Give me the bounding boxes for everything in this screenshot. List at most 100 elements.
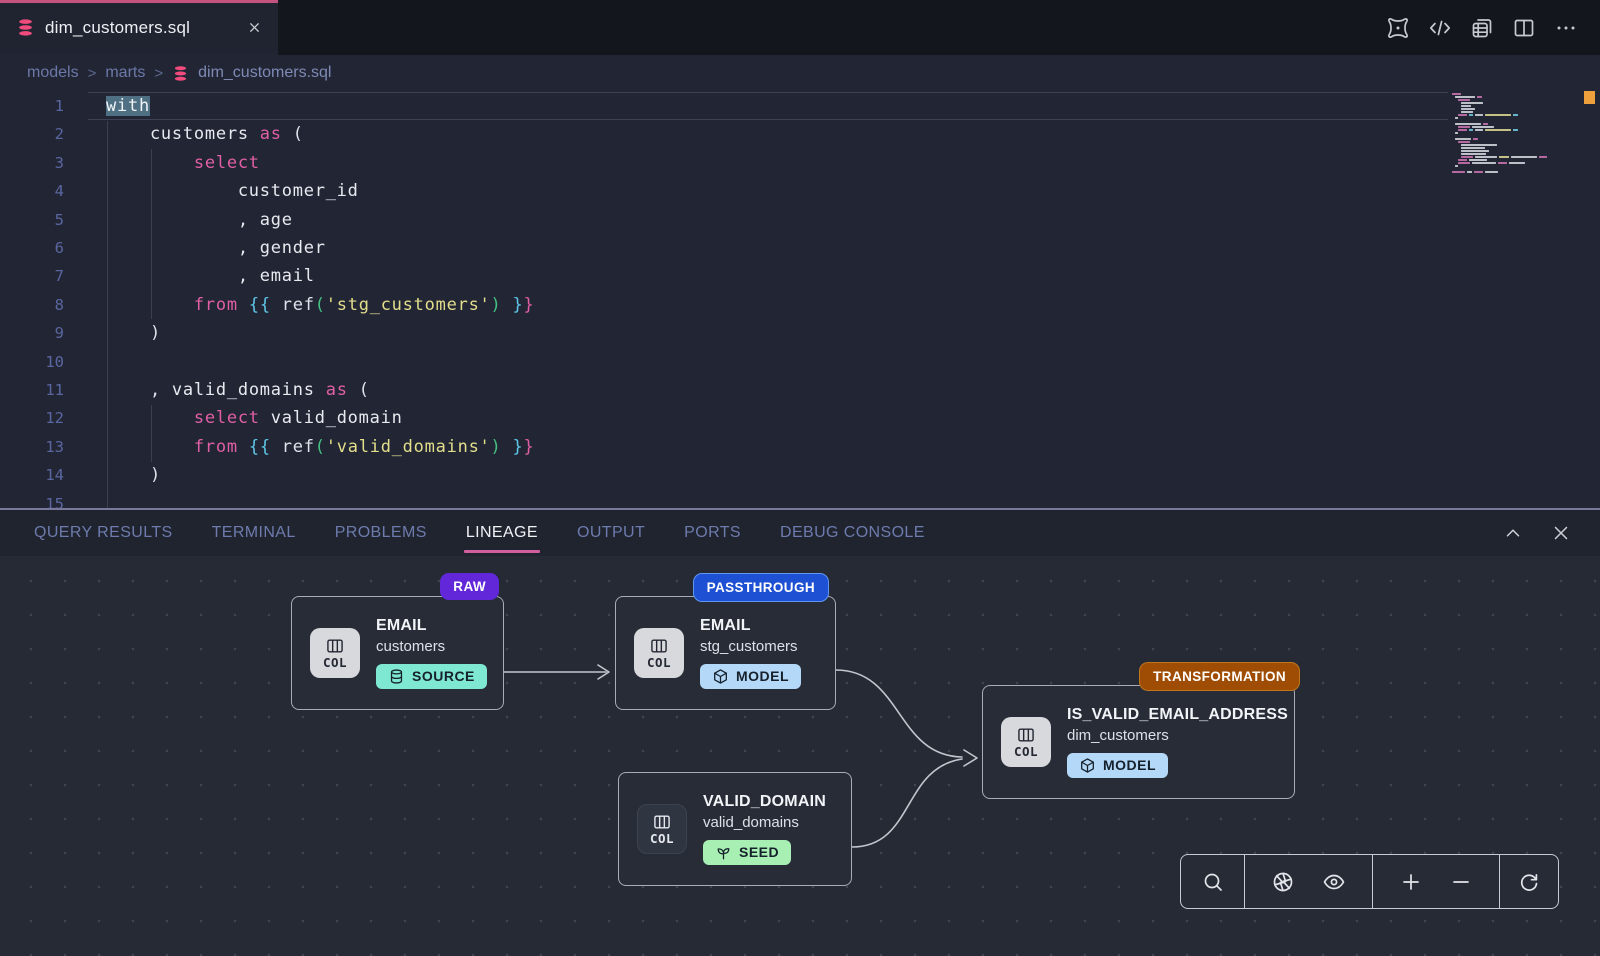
node-subtitle: valid_domains xyxy=(703,814,826,831)
code-line[interactable]: ) xyxy=(106,319,535,347)
sprout-icon xyxy=(715,844,732,861)
code-line[interactable]: with xyxy=(106,92,535,120)
minimap-row xyxy=(1461,105,1547,107)
code-line[interactable]: customer_id xyxy=(106,177,535,205)
close-icon[interactable] xyxy=(1550,522,1572,544)
code-line[interactable]: , email xyxy=(106,262,535,290)
toolbar-group xyxy=(1245,855,1373,908)
split-editor-icon[interactable] xyxy=(1512,16,1536,40)
tab-title: dim_customers.sql xyxy=(45,18,190,38)
cube-icon xyxy=(712,668,729,685)
pill-label: SOURCE xyxy=(412,668,475,684)
panel-tab-terminal[interactable]: TERMINAL xyxy=(212,510,296,556)
code-icon[interactable] xyxy=(1428,16,1452,40)
pill-label: MODEL xyxy=(1103,757,1156,773)
panel-actions xyxy=(1502,522,1600,544)
code-line[interactable]: , valid_domains as ( xyxy=(106,376,535,404)
node-text: IS_VALID_EMAIL_ADDRESSdim_customersMODEL xyxy=(1067,706,1288,779)
minimap-row xyxy=(1458,99,1547,101)
chevron-up-icon[interactable] xyxy=(1502,522,1524,544)
line-number: 8 xyxy=(0,291,64,319)
code-line[interactable]: ) xyxy=(106,461,535,489)
code-lines[interactable]: with customers as ( select customer_id ,… xyxy=(106,92,535,508)
tab-close-icon[interactable] xyxy=(247,20,262,35)
minimap-row xyxy=(1461,111,1547,113)
node-text: EMAILstg_customersMODEL xyxy=(700,617,801,690)
minimap-row xyxy=(1455,123,1547,125)
lineage-toolbar xyxy=(1180,854,1559,909)
copy-table-icon[interactable] xyxy=(1470,16,1494,40)
gutter: 123456789101112131415 xyxy=(0,92,64,508)
minimap-row xyxy=(1461,147,1547,149)
node-text: EMAILcustomersSOURCE xyxy=(376,617,487,690)
chip-label: COL xyxy=(1014,744,1038,759)
column-chip: COL xyxy=(637,804,687,854)
minimap-row xyxy=(1452,168,1547,170)
lineage-node-stg_customers[interactable]: PASSTHROUGHCOLEMAILstg_customersMODEL xyxy=(615,596,836,710)
code-line[interactable] xyxy=(106,348,535,376)
pill-source: SOURCE xyxy=(376,664,487,689)
database-icon xyxy=(16,18,35,37)
line-number: 2 xyxy=(0,120,64,148)
line-number: 9 xyxy=(0,319,64,347)
minimap-row xyxy=(1461,144,1547,146)
node-subtitle: customers xyxy=(376,638,487,655)
eye-icon[interactable] xyxy=(1322,870,1346,894)
pill-model: MODEL xyxy=(700,664,801,689)
node-title: IS_VALID_EMAIL_ADDRESS xyxy=(1067,706,1288,724)
code-line[interactable]: select valid_domain xyxy=(106,404,535,432)
minimap-row xyxy=(1458,159,1547,161)
line-number: 14 xyxy=(0,461,64,489)
minimap-row xyxy=(1452,171,1547,173)
columns-icon xyxy=(325,636,345,656)
minimap-row xyxy=(1461,156,1547,158)
minimap[interactable] xyxy=(1452,93,1547,173)
code-line[interactable]: , gender xyxy=(106,234,535,262)
line-number: 6 xyxy=(0,234,64,262)
aperture-icon[interactable] xyxy=(1271,870,1295,894)
titlebar-actions xyxy=(1386,0,1600,55)
indent-guide xyxy=(107,121,108,508)
code-line[interactable]: from {{ ref('stg_customers') }} xyxy=(106,291,535,319)
code-line[interactable]: , age xyxy=(106,206,535,234)
panel-tab-problems[interactable]: PROBLEMS xyxy=(335,510,427,556)
pill-label: MODEL xyxy=(736,668,789,684)
node-title: VALID_DOMAIN xyxy=(703,793,826,811)
code-line[interactable] xyxy=(106,490,535,508)
column-chip: COL xyxy=(310,628,360,678)
dbt-logo-icon[interactable] xyxy=(1386,16,1410,40)
columns-icon xyxy=(652,812,672,832)
lineage-node-valid_domains[interactable]: COLVALID_DOMAINvalid_domainsSEED xyxy=(618,772,852,886)
minimap-row xyxy=(1455,138,1547,140)
chip-label: COL xyxy=(647,655,671,670)
zoom-out-icon[interactable] xyxy=(1449,870,1473,894)
line-number: 1 xyxy=(0,92,64,120)
lineage-node-dim_customers[interactable]: TRANSFORMATIONCOLIS_VALID_EMAIL_ADDRESSd… xyxy=(982,685,1295,799)
panel-tab-ports[interactable]: PORTS xyxy=(684,510,741,556)
search-icon[interactable] xyxy=(1201,870,1225,894)
panel-tab-debug-console[interactable]: DEBUG CONSOLE xyxy=(780,510,925,556)
line-number: 11 xyxy=(0,376,64,404)
cube-icon xyxy=(1079,757,1096,774)
minimap-row xyxy=(1458,141,1547,143)
panel-tab-output[interactable]: OUTPUT xyxy=(577,510,645,556)
breadcrumb-file[interactable]: dim_customers.sql xyxy=(198,64,331,82)
panel-tab-lineage[interactable]: LINEAGE xyxy=(466,510,538,556)
code-line[interactable]: from {{ ref('valid_domains') }} xyxy=(106,433,535,461)
code-line[interactable]: customers as ( xyxy=(106,120,535,148)
code-editor[interactable]: 123456789101112131415 with customers as … xyxy=(0,91,1600,508)
titlebar: dim_customers.sql xyxy=(0,0,1600,55)
code-line[interactable]: select xyxy=(106,149,535,177)
lineage-node-customers[interactable]: RAWCOLEMAILcustomersSOURCE xyxy=(291,596,504,710)
breadcrumb-item-marts[interactable]: marts xyxy=(105,64,145,82)
lineage-canvas[interactable]: RAWCOLEMAILcustomersSOURCEPASSTHROUGHCOL… xyxy=(0,556,1600,956)
refresh-icon[interactable] xyxy=(1517,870,1541,894)
zoom-in-icon[interactable] xyxy=(1399,870,1423,894)
badge-passthrough: PASSTHROUGH xyxy=(693,573,829,602)
panel-tab-query-results[interactable]: QUERY RESULTS xyxy=(34,510,173,556)
more-icon[interactable] xyxy=(1554,16,1578,40)
minimap-row xyxy=(1458,129,1547,131)
database-icon xyxy=(172,65,189,82)
breadcrumb-item-models[interactable]: models xyxy=(27,64,79,82)
tab-dim-customers-sql[interactable]: dim_customers.sql xyxy=(0,0,278,55)
